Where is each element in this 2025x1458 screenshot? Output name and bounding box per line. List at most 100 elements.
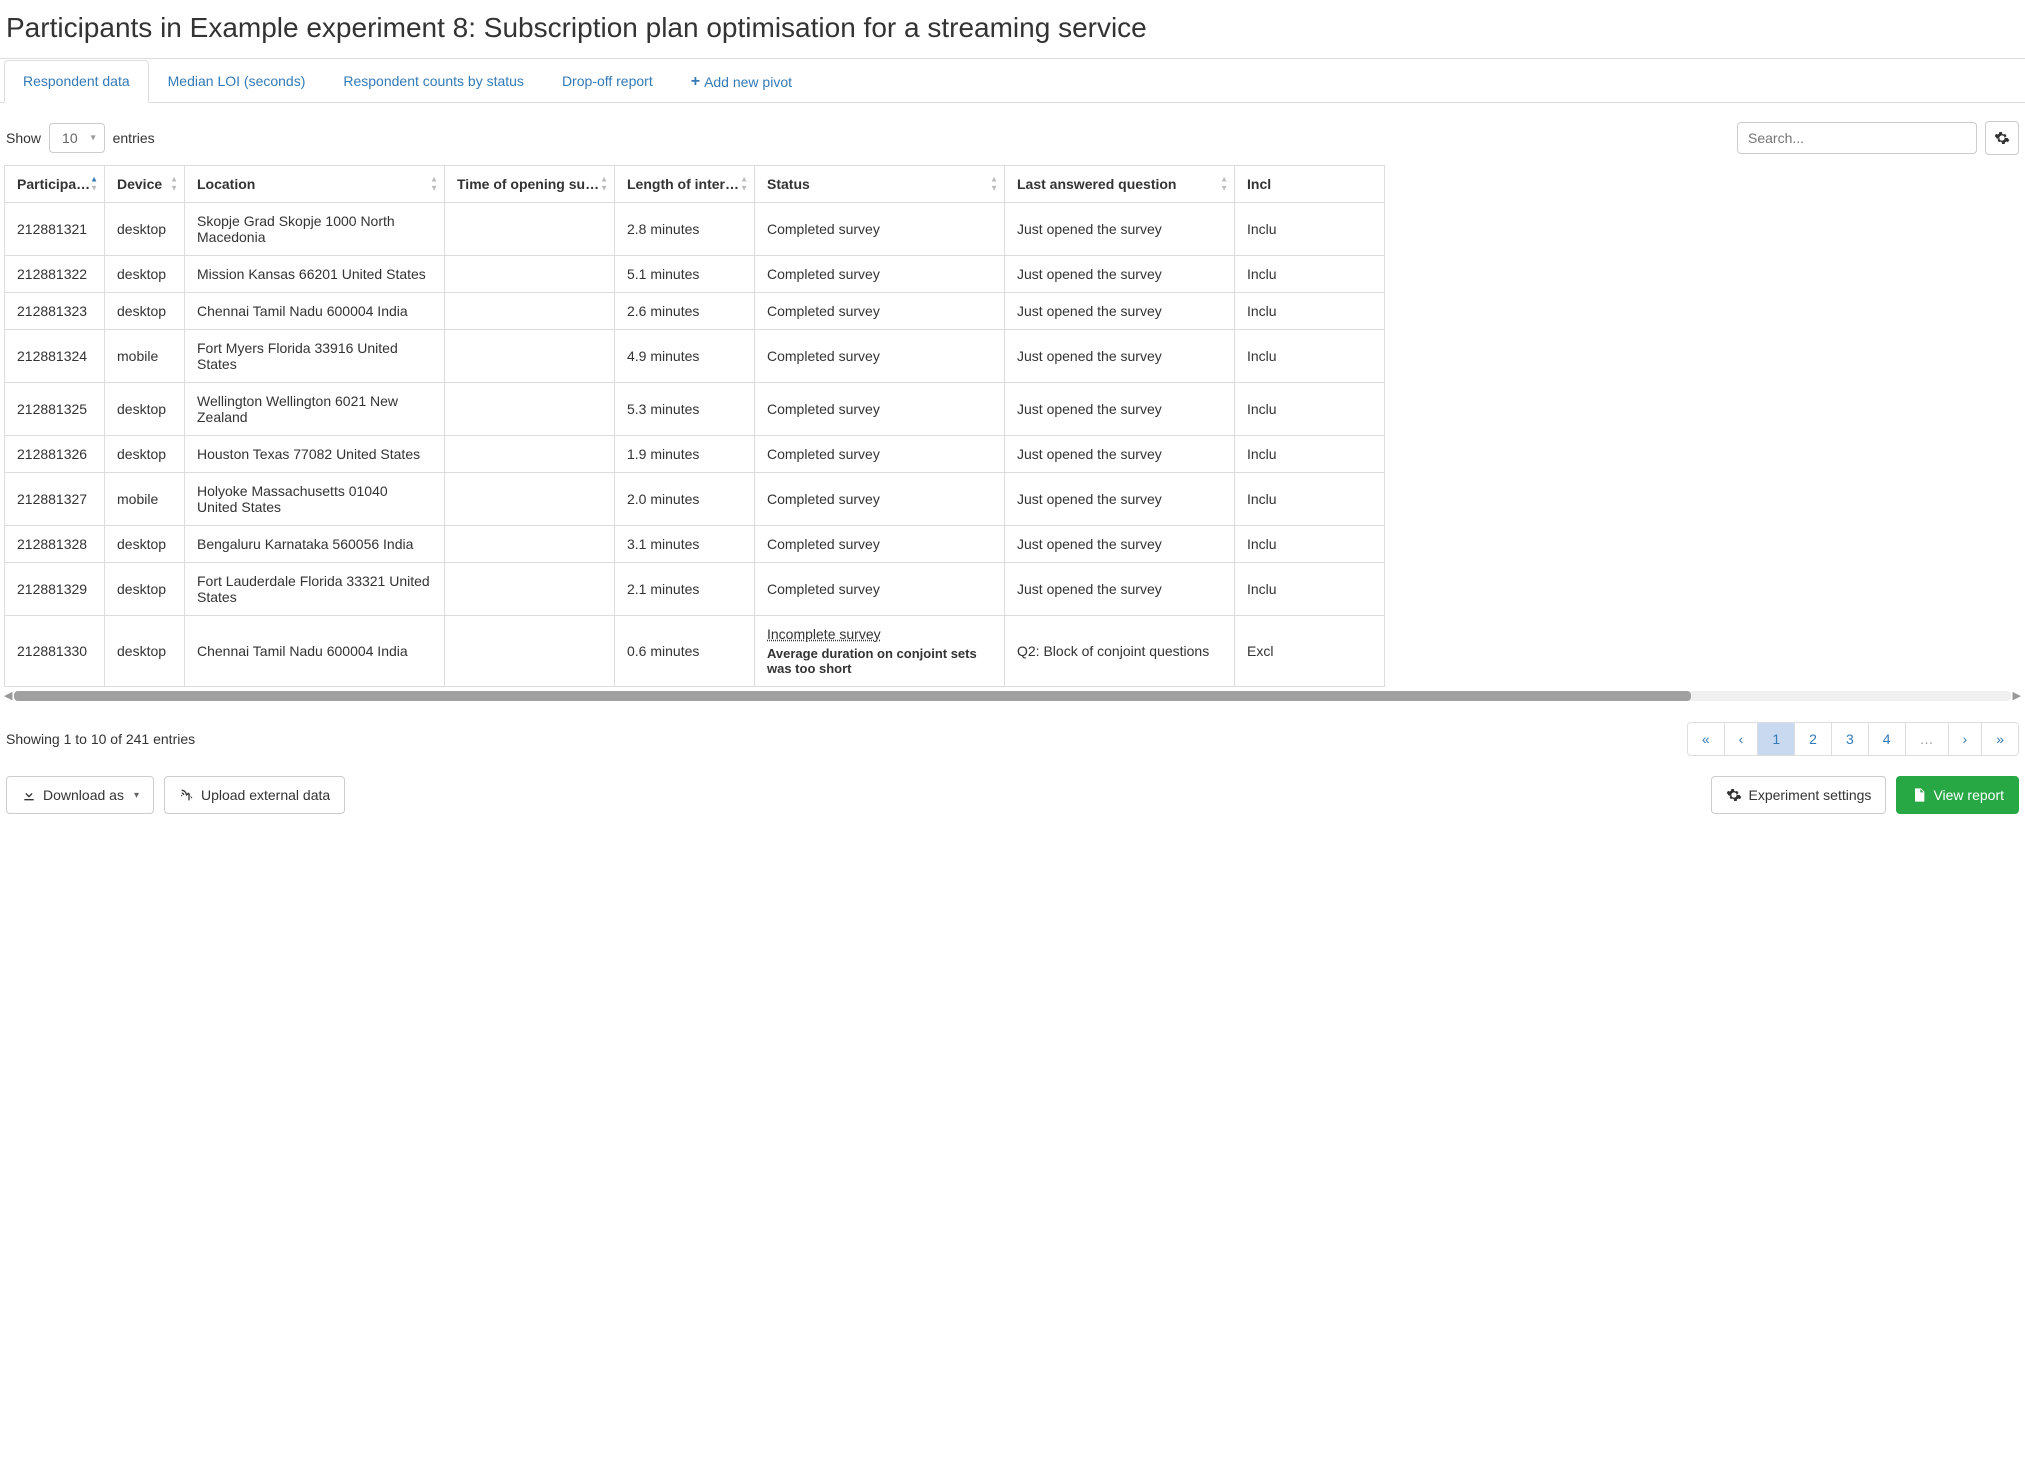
show-label: Show	[6, 130, 41, 146]
cell-location: Mission Kansas 66201 United States	[185, 256, 445, 293]
view-report-label: View report	[1933, 787, 2004, 803]
col-question[interactable]: Last answered question▲▼	[1005, 166, 1235, 203]
table-row[interactable]: 212881321desktopSkopje Grad Skopje 1000 …	[5, 203, 1385, 256]
cell-device: desktop	[105, 203, 185, 256]
cell-status: Completed survey	[755, 203, 1005, 256]
gear-icon	[1994, 130, 2010, 146]
table-wrap: Participa…▲▼ Device▲▼ Location▲▼ Time of…	[4, 165, 2021, 687]
table-row[interactable]: 212881325desktopWellington Wellington 60…	[5, 383, 1385, 436]
cell-location: Wellington Wellington 6021 New Zealand	[185, 383, 445, 436]
tab-dropoff-report[interactable]: Drop-off report	[543, 60, 672, 103]
tab-respondent-data[interactable]: Respondent data	[4, 60, 149, 103]
sort-icon: ▲▼	[170, 176, 178, 193]
col-time[interactable]: Time of opening survey▲▼	[445, 166, 615, 203]
cell-time	[445, 256, 615, 293]
col-incl[interactable]: Incl	[1235, 166, 1385, 203]
page-size-select[interactable]: 10	[49, 123, 105, 153]
cell-participant-id: 212881327	[5, 473, 105, 526]
cell-question: Just opened the survey	[1005, 473, 1235, 526]
table-row[interactable]: 212881323desktopChennai Tamil Nadu 60000…	[5, 293, 1385, 330]
cell-incl: Inclu	[1235, 436, 1385, 473]
view-report-button[interactable]: View report	[1896, 776, 2019, 814]
table-header-row: Participa…▲▼ Device▲▼ Location▲▼ Time of…	[5, 166, 1385, 203]
cell-status: Completed survey	[755, 563, 1005, 616]
page-button[interactable]: 2	[1795, 723, 1832, 755]
scroll-thumb[interactable]	[14, 691, 1691, 701]
tab-counts-by-status[interactable]: Respondent counts by status	[324, 60, 543, 103]
showing-text: Showing 1 to 10 of 241 entries	[6, 731, 195, 747]
cell-device: desktop	[105, 293, 185, 330]
settings-gear-button[interactable]	[1985, 121, 2019, 155]
cell-device: mobile	[105, 473, 185, 526]
page-button[interactable]: ‹	[1725, 723, 1759, 755]
cell-location: Skopje Grad Skopje 1000 North Macedonia	[185, 203, 445, 256]
page-button: …	[1906, 723, 1949, 755]
cell-status: Completed survey	[755, 330, 1005, 383]
table-row[interactable]: 212881324mobileFort Myers Florida 33916 …	[5, 330, 1385, 383]
page-button[interactable]: 1	[1758, 723, 1795, 755]
col-device[interactable]: Device▲▼	[105, 166, 185, 203]
cell-length: 5.1 minutes	[615, 256, 755, 293]
sort-icon: ▲▼	[600, 176, 608, 193]
table-row[interactable]: 212881322desktopMission Kansas 66201 Uni…	[5, 256, 1385, 293]
table-row[interactable]: 212881330desktopChennai Tamil Nadu 60000…	[5, 616, 1385, 687]
page-button[interactable]: »	[1982, 723, 2018, 755]
participants-table: Participa…▲▼ Device▲▼ Location▲▼ Time of…	[4, 165, 1385, 687]
page-button[interactable]: 3	[1832, 723, 1869, 755]
cell-status: Incomplete surveyAverage duration on con…	[755, 616, 1005, 687]
table-row[interactable]: 212881326desktopHouston Texas 77082 Unit…	[5, 436, 1385, 473]
table-row[interactable]: 212881329desktopFort Lauderdale Florida …	[5, 563, 1385, 616]
cell-location: Fort Lauderdale Florida 33321 United Sta…	[185, 563, 445, 616]
cell-time	[445, 293, 615, 330]
cell-length: 3.1 minutes	[615, 526, 755, 563]
controls-row: Show 10 entries	[0, 103, 2025, 165]
entries-label: entries	[113, 130, 155, 146]
cell-incl: Inclu	[1235, 256, 1385, 293]
page-button[interactable]: «	[1688, 723, 1725, 755]
col-length[interactable]: Length of interview▲▼	[615, 166, 755, 203]
cell-incl: Inclu	[1235, 383, 1385, 436]
cell-device: mobile	[105, 330, 185, 383]
page-button[interactable]: ›	[1949, 723, 1983, 755]
cell-participant-id: 212881324	[5, 330, 105, 383]
tab-add-pivot[interactable]: + Add new pivot	[672, 60, 811, 103]
cell-length: 0.6 minutes	[615, 616, 755, 687]
cell-question: Just opened the survey	[1005, 526, 1235, 563]
cell-status: Completed survey	[755, 473, 1005, 526]
cell-incl: Inclu	[1235, 526, 1385, 563]
col-participant[interactable]: Participa…▲▼	[5, 166, 105, 203]
scroll-left-icon[interactable]: ◀	[4, 689, 12, 702]
cell-participant-id: 212881326	[5, 436, 105, 473]
col-status[interactable]: Status▲▼	[755, 166, 1005, 203]
search-input[interactable]	[1737, 122, 1977, 154]
table-row[interactable]: 212881327mobileHolyoke Massachusetts 010…	[5, 473, 1385, 526]
plus-icon: +	[691, 73, 700, 91]
cell-device: desktop	[105, 256, 185, 293]
cell-participant-id: 212881330	[5, 616, 105, 687]
cell-participant-id: 212881329	[5, 563, 105, 616]
col-location[interactable]: Location▲▼	[185, 166, 445, 203]
sort-icon: ▲▼	[740, 176, 748, 193]
tabs-bar: Respondent data Median LOI (seconds) Res…	[0, 59, 2025, 103]
download-button[interactable]: Download as	[6, 776, 154, 814]
cell-time	[445, 203, 615, 256]
cell-participant-id: 212881323	[5, 293, 105, 330]
cell-status: Completed survey	[755, 383, 1005, 436]
cell-time	[445, 330, 615, 383]
cell-status: Completed survey	[755, 293, 1005, 330]
experiment-settings-button[interactable]: Experiment settings	[1711, 776, 1886, 814]
cell-length: 2.8 minutes	[615, 203, 755, 256]
cell-device: desktop	[105, 436, 185, 473]
cell-length: 2.0 minutes	[615, 473, 755, 526]
tab-median-loi[interactable]: Median LOI (seconds)	[149, 60, 325, 103]
table-row[interactable]: 212881328desktopBengaluru Karnataka 5600…	[5, 526, 1385, 563]
cell-device: desktop	[105, 383, 185, 436]
scroll-right-icon[interactable]: ▶	[2013, 689, 2021, 702]
sort-icon: ▲▼	[430, 176, 438, 193]
horizontal-scrollbar[interactable]: ◀ ▶	[4, 689, 2021, 702]
page-title: Participants in Example experiment 8: Su…	[0, 0, 2025, 59]
scroll-track[interactable]	[14, 691, 2010, 701]
sort-icon: ▲▼	[990, 176, 998, 193]
upload-button[interactable]: Upload external data	[164, 776, 345, 814]
page-button[interactable]: 4	[1869, 723, 1906, 755]
